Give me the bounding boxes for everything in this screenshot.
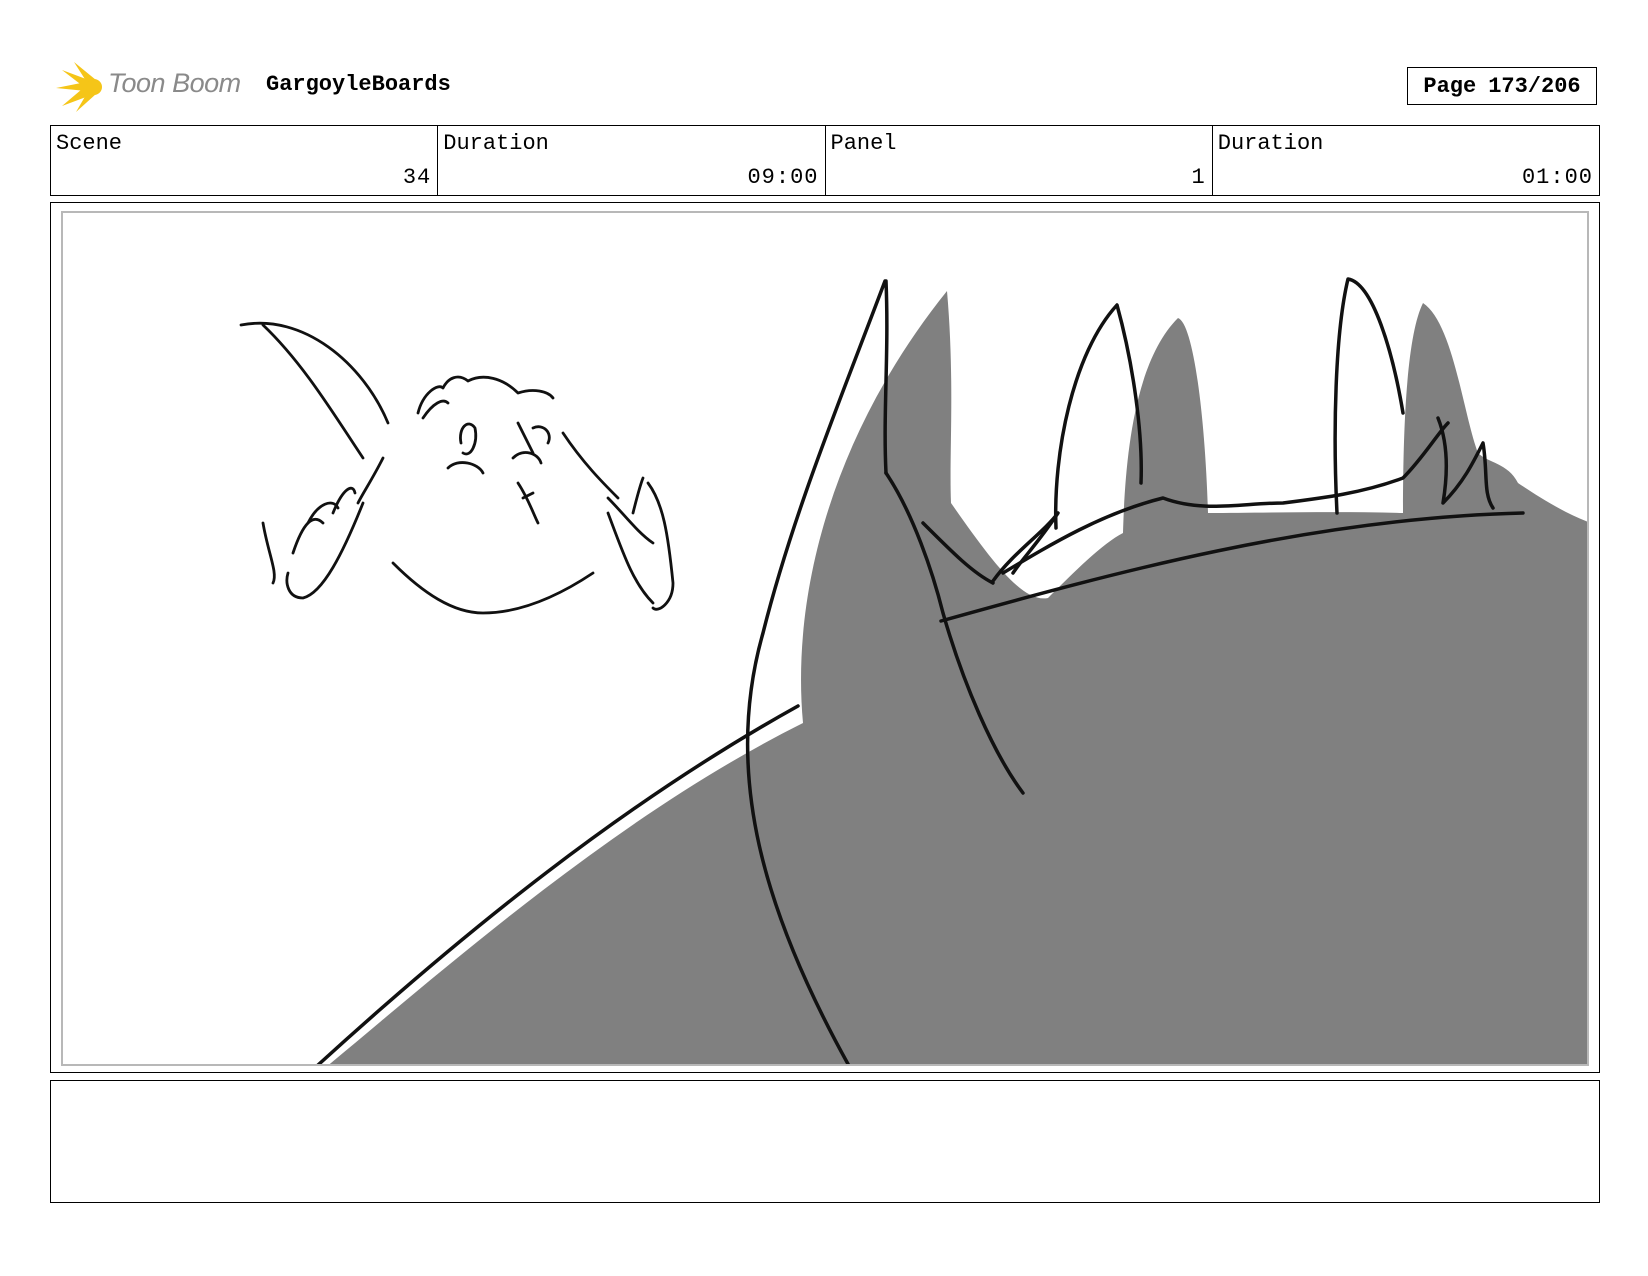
panel-frame [61,211,1589,1066]
panel-duration-label: Duration [1217,131,1324,156]
page-indicator: Page 173/206 [1407,67,1597,105]
panel-value: 1 [1191,165,1206,190]
logo-text: Toon Boom [108,68,241,98]
scene-duration-cell: Duration 09:00 [438,126,826,195]
toon-boom-star-icon [56,62,102,112]
scene-label: Scene [56,131,123,156]
panel-cell: Panel 1 [826,126,1213,195]
panel-sketch [239,277,1587,1064]
toon-boom-logo: Toon Boom [52,58,252,114]
scene-cell: Scene 34 [51,126,439,195]
storyboard-panel [50,202,1600,1073]
panel-label: Panel [830,131,897,156]
gargoyle-silhouette [329,291,1587,1064]
page-number: 173/206 [1488,73,1581,99]
scene-duration-value: 09:00 [747,165,819,190]
panel-duration-value: 01:00 [1521,165,1593,190]
scene-info-row: Scene 34 Duration 09:00 Panel 1 Duration… [50,125,1600,196]
panel-duration-cell: Duration 01:00 [1213,126,1599,195]
page-label: Page [1423,73,1477,99]
scene-value: 34 [402,165,432,190]
creature-sketch [239,321,675,615]
panel-notes [50,1080,1600,1203]
scene-duration-label: Duration [443,131,549,156]
project-title: GargoyleBoards [266,72,451,97]
